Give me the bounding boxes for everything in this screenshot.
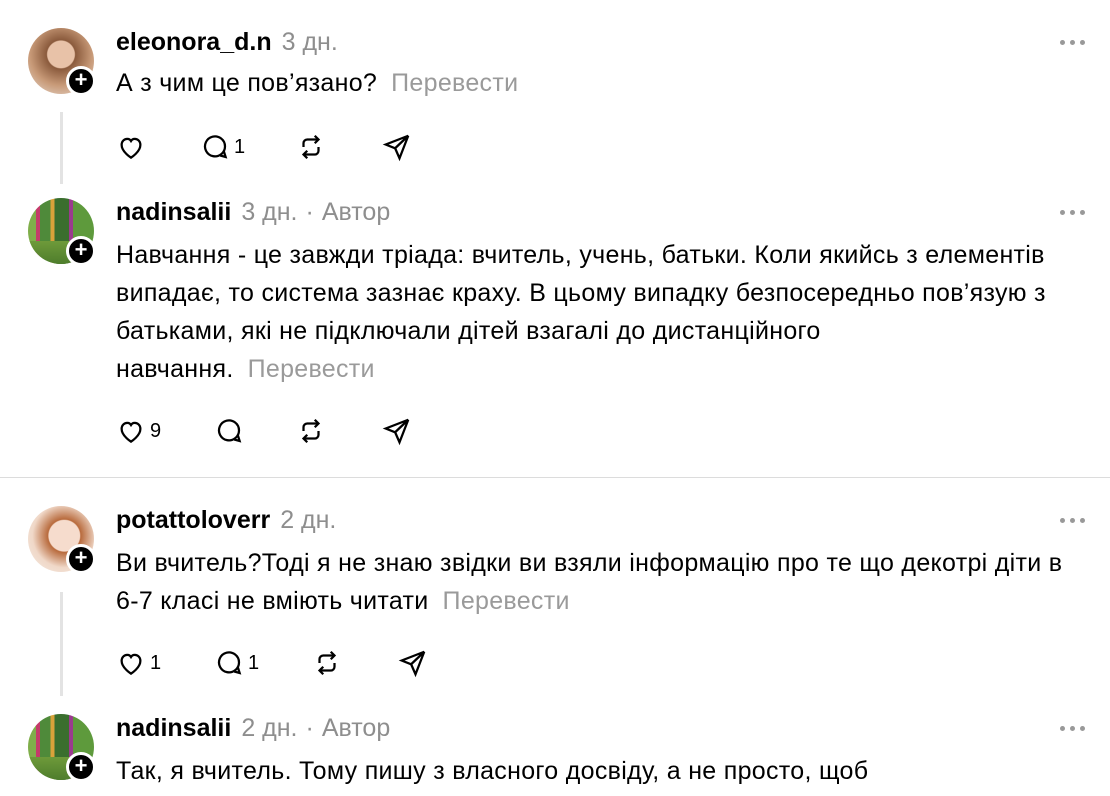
reply-count: 1 [248, 651, 260, 674]
comment-text: Навчання - це завжди тріада: вчитель, уч… [116, 236, 1076, 388]
more-icon[interactable] [1060, 209, 1086, 217]
like-count: 1 [150, 651, 162, 674]
comment-header: potattoloverr 2 дн. [116, 506, 336, 535]
more-icon[interactable] [1060, 517, 1086, 525]
share-button[interactable] [382, 131, 412, 163]
follow-plus-icon[interactable]: + [66, 236, 96, 266]
thread-divider [0, 477, 1110, 478]
repost-icon [317, 650, 337, 676]
translate-link[interactable]: Перевести [248, 355, 375, 383]
repost-button[interactable] [296, 415, 326, 447]
comment-icon [217, 651, 242, 675]
repost-icon [301, 418, 321, 444]
follow-plus-icon[interactable]: + [66, 752, 96, 782]
reply-button[interactable] [214, 415, 248, 447]
send-icon [398, 650, 426, 678]
comment-body: А з чим це пов’язано? [116, 69, 378, 97]
send-icon [382, 134, 410, 162]
like-count: 9 [150, 419, 162, 442]
follow-plus-icon[interactable]: + [66, 544, 96, 574]
heart-icon [120, 653, 142, 675]
username[interactable]: eleonora_d.n [116, 28, 272, 56]
comment-body: Ви вчитель?Тоді я не знаю звідки ви взял… [116, 549, 1063, 615]
author-badge: Автор [321, 714, 391, 742]
like-button[interactable]: 9 [116, 415, 161, 447]
repost-button[interactable] [296, 131, 326, 163]
comment-text: Ви вчитель?Тоді я не знаю звідки ви взял… [116, 544, 1076, 620]
username[interactable]: potattoloverr [116, 506, 270, 534]
comment-icon [203, 135, 228, 159]
more-icon[interactable] [1060, 725, 1086, 733]
timestamp[interactable]: 2 дн. [241, 714, 297, 742]
reply-button[interactable]: 1 [214, 647, 259, 679]
comment-header: nadinsalii 3 дн. · Автор [116, 198, 390, 227]
separator-dot: · [305, 198, 314, 226]
comment-icon [217, 419, 242, 443]
thread-line [60, 592, 63, 696]
heart-icon [120, 137, 142, 159]
timestamp[interactable]: 2 дн. [280, 506, 336, 534]
reply-count: 1 [234, 135, 246, 158]
separator-dot: · [305, 714, 314, 742]
username[interactable]: nadinsalii [116, 198, 231, 226]
comment-text: Так, я вчитель. Тому пишу з власного дос… [116, 752, 1076, 790]
translate-link[interactable]: Перевести [443, 587, 570, 615]
send-icon [382, 418, 410, 446]
like-button[interactable]: 1 [116, 647, 161, 679]
repost-button[interactable] [312, 647, 342, 679]
comment-body: Так, я вчитель. Тому пишу з власного дос… [116, 757, 869, 785]
timestamp[interactable]: 3 дн. [241, 198, 297, 226]
share-button[interactable] [398, 647, 428, 679]
more-icon[interactable] [1060, 39, 1086, 47]
thread-line [60, 112, 63, 184]
heart-icon [120, 421, 142, 443]
follow-plus-icon[interactable]: + [66, 66, 96, 96]
username[interactable]: nadinsalii [116, 714, 231, 742]
timestamp[interactable]: 3 дн. [282, 28, 338, 56]
comment-header: eleonora_d.n 3 дн. [116, 28, 338, 57]
comment-text: А з чим це пов’язано? Перевести [116, 64, 1076, 102]
share-button[interactable] [382, 415, 412, 447]
comment-header: nadinsalii 2 дн. · Автор [116, 714, 390, 743]
translate-link[interactable]: Перевести [391, 69, 518, 97]
reply-button[interactable]: 1 [200, 131, 245, 163]
like-button[interactable] [116, 131, 150, 163]
repost-icon [301, 134, 321, 160]
author-badge: Автор [321, 198, 391, 226]
